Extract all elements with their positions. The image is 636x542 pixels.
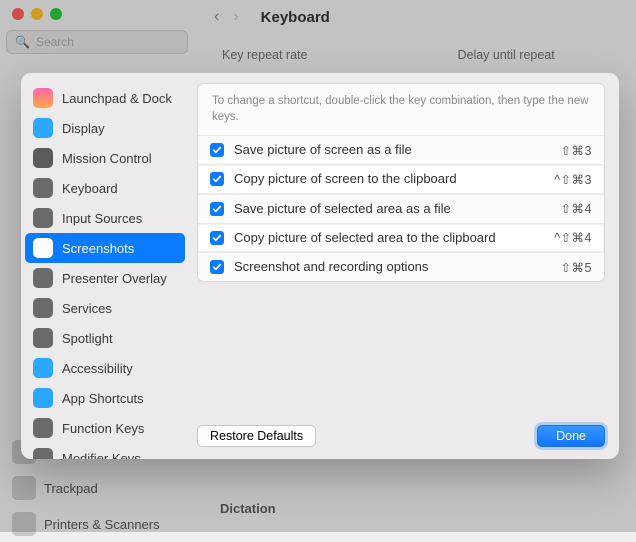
shortcut-keys[interactable]: ⇧⌘4	[561, 201, 592, 216]
category-label: Modifier Keys	[62, 451, 141, 460]
shortcuts-modal: Launchpad & Dock Display Mission Control Ke…	[21, 73, 619, 459]
category-label: App Shortcuts	[62, 391, 144, 406]
checkbox-icon[interactable]	[210, 231, 224, 245]
shortcut-row[interactable]: Screenshot and recording options ⇧⌘5	[198, 252, 604, 281]
presenter-overlay-icon	[33, 268, 53, 288]
launchpad-icon	[33, 88, 53, 108]
shortcut-keys[interactable]: ^⇧⌘3	[554, 172, 592, 187]
category-dp[interactable]: Display	[25, 113, 185, 143]
restore-defaults-button[interactable]: Restore Defaults	[197, 425, 316, 447]
shortcut-rows: Save picture of screen as a file ⇧⌘3 Copy …	[198, 135, 604, 281]
category-is[interactable]: Input Sources	[25, 203, 185, 233]
panel-hint: To change a shortcut, double-click the k…	[198, 84, 604, 135]
mission-control-icon	[33, 148, 53, 168]
app-shortcuts-icon	[33, 388, 53, 408]
shortcut-label: Copy picture of selected area to the cli…	[234, 230, 544, 246]
input-sources-icon	[33, 208, 53, 228]
keyboard-icon	[33, 178, 53, 198]
category-sl[interactable]: Spotlight	[25, 323, 185, 353]
category-label: Mission Control	[62, 151, 152, 166]
shortcut-row[interactable]: Save picture of screen as a file ⇧⌘3	[198, 135, 604, 164]
shortcut-label: Save picture of screen as a file	[234, 142, 551, 158]
accessibility-icon	[33, 358, 53, 378]
shortcut-keys[interactable]: ⇧⌘5	[561, 260, 592, 275]
category-label: Services	[62, 301, 112, 316]
category-po[interactable]: Presenter Overlay	[25, 263, 185, 293]
category-as[interactable]: App Shortcuts	[25, 383, 185, 413]
modal-footer: Restore Defaults Done	[197, 411, 605, 447]
services-icon	[33, 298, 53, 318]
shortcut-keys[interactable]: ^⇧⌘4	[554, 230, 592, 245]
function-keys-icon	[33, 418, 53, 438]
category-sv[interactable]: Services	[25, 293, 185, 323]
checkbox-icon[interactable]	[210, 172, 224, 186]
category-label: Presenter Overlay	[62, 271, 167, 286]
screenshots-icon	[33, 238, 53, 258]
category-mc[interactable]: Mission Control	[25, 143, 185, 173]
shortcut-row[interactable]: Save picture of selected area as a file ⇧…	[198, 194, 604, 223]
checkbox-icon[interactable]	[210, 202, 224, 216]
category-sc[interactable]: Screenshots	[25, 233, 185, 263]
category-label: Input Sources	[62, 211, 142, 226]
shortcut-row[interactable]: Copy picture of selected area to the cli…	[198, 223, 604, 252]
category-label: Launchpad & Dock	[62, 91, 172, 106]
shortcuts-panel: To change a shortcut, double-click the k…	[197, 83, 605, 282]
category-label: Function Keys	[62, 421, 144, 436]
category-lp[interactable]: Launchpad & Dock	[25, 83, 185, 113]
category-label: Display	[62, 121, 105, 136]
modal-main: To change a shortcut, double-click the k…	[191, 73, 619, 459]
checkbox-icon[interactable]	[210, 260, 224, 274]
category-ax[interactable]: Accessibility	[25, 353, 185, 383]
category-kb[interactable]: Keyboard	[25, 173, 185, 203]
category-label: Accessibility	[62, 361, 133, 376]
category-fk[interactable]: Function Keys	[25, 413, 185, 443]
category-label: Keyboard	[62, 181, 118, 196]
shortcut-keys[interactable]: ⇧⌘3	[561, 143, 592, 158]
spotlight-icon	[33, 328, 53, 348]
modal-sidebar: Launchpad & Dock Display Mission Control Ke…	[21, 73, 191, 459]
category-mk[interactable]: Modifier Keys	[25, 443, 185, 459]
modifier-keys-icon	[33, 448, 53, 459]
shortcut-label: Copy picture of screen to the clipboard	[234, 171, 544, 187]
shortcut-row[interactable]: Copy picture of screen to the clipboard ^…	[198, 164, 604, 193]
shortcut-label: Save picture of selected area as a file	[234, 201, 551, 217]
category-label: Spotlight	[62, 331, 113, 346]
checkbox-icon[interactable]	[210, 143, 224, 157]
display-icon	[33, 118, 53, 138]
shortcut-label: Screenshot and recording options	[234, 259, 551, 275]
category-label: Screenshots	[62, 241, 134, 256]
done-button[interactable]: Done	[537, 425, 605, 447]
